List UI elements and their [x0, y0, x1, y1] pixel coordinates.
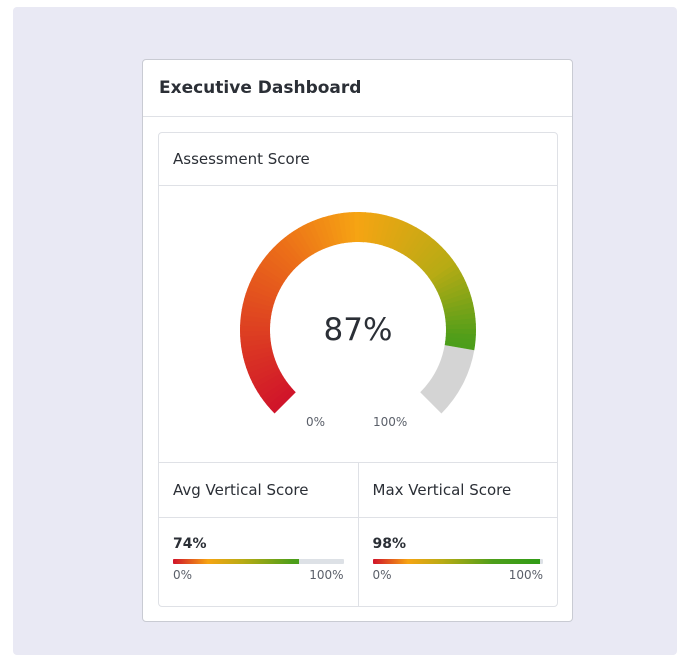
avg-bar-max-label: 100% — [309, 568, 344, 582]
gauge-max-label: 100% — [373, 415, 408, 429]
max-vertical-score-bar-fill — [372, 559, 540, 564]
vertical-scores-row: Avg Vertical Score 74% 0% 100% Max Verti… — [159, 463, 557, 606]
gauge-track — [419, 344, 475, 414]
max-bar-max-label: 100% — [508, 568, 543, 582]
max-vertical-score-value: 98% — [372, 536, 407, 552]
executive-dashboard-card: Executive Dashboard Assessment Score 87%… — [142, 59, 573, 622]
avg-bar-min-label: 0% — [173, 568, 193, 582]
avg-vertical-score-title: Avg Vertical Score — [159, 463, 358, 518]
avg-vertical-score-bar — [173, 559, 344, 564]
avg-vertical-score-bar-fill — [173, 559, 300, 564]
max-bar-min-label: 0% — [372, 568, 392, 582]
max-vertical-score-title: Max Vertical Score — [358, 463, 557, 518]
page-background: Executive Dashboard Assessment Score 87%… — [13, 7, 677, 655]
assessment-score-panel: Assessment Score 87% 0% 100% Avg Vertica… — [158, 132, 558, 607]
dashboard-title: Executive Dashboard — [143, 60, 572, 117]
avg-vertical-score-value: 74% — [173, 536, 207, 552]
assessment-score-title: Assessment Score — [159, 133, 557, 186]
max-vertical-score: Max Vertical Score 98% 0% 100% — [357, 463, 557, 606]
gauge-value: 87% — [323, 312, 393, 348]
max-vertical-score-bar — [372, 559, 543, 564]
assessment-gauge: 87% 0% 100% — [159, 186, 557, 463]
gauge-min-label: 0% — [306, 415, 326, 429]
avg-vertical-score: Avg Vertical Score 74% 0% 100% — [159, 463, 358, 606]
